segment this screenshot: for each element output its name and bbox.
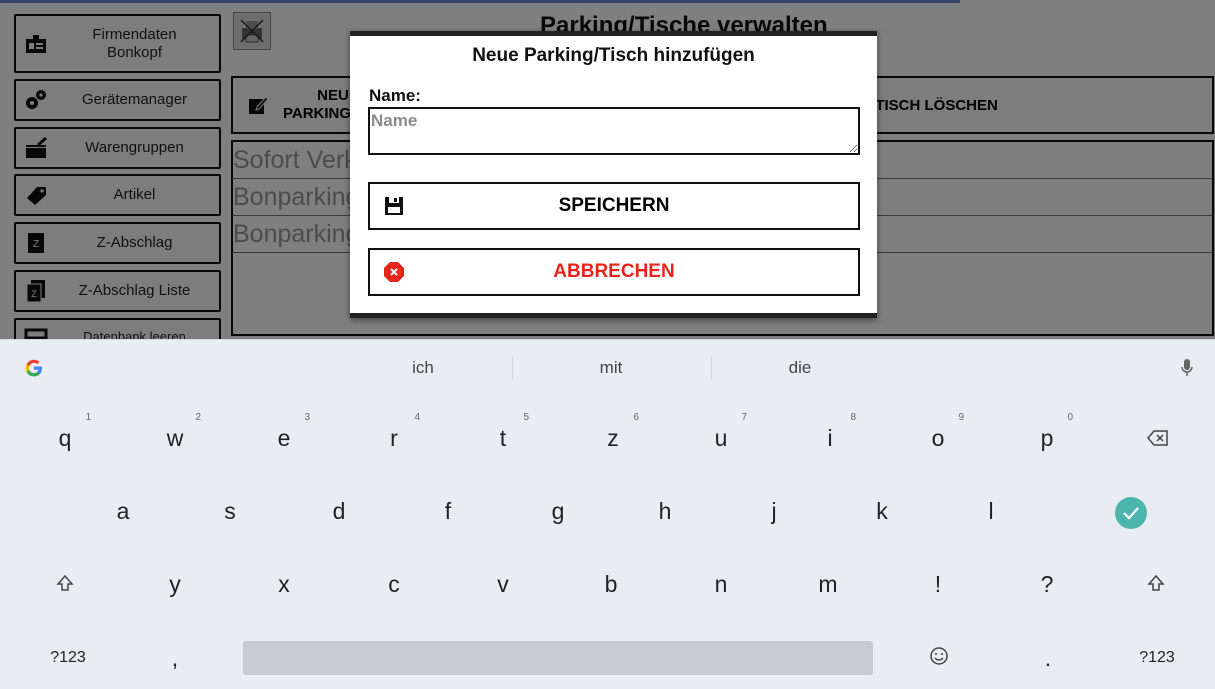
key-question[interactable]: ? — [997, 556, 1097, 612]
key-x[interactable]: x — [234, 556, 334, 612]
suggestion-1[interactable]: ich — [363, 358, 483, 378]
backspace-icon — [1147, 425, 1169, 452]
key-d[interactable]: d — [289, 483, 389, 539]
name-input[interactable] — [368, 107, 860, 155]
key-s[interactable]: s — [180, 483, 280, 539]
shift-key-right[interactable] — [1106, 556, 1206, 612]
key-n[interactable]: n — [671, 556, 771, 612]
dialog-title: Neue Parking/Tisch hinzufügen — [472, 45, 755, 66]
key-comma[interactable]: , — [125, 630, 225, 686]
key-period[interactable]: . — [998, 630, 1098, 686]
key-p[interactable]: p0 — [997, 410, 1097, 466]
symbols-key-right[interactable]: ?123 — [1107, 630, 1207, 686]
key-h[interactable]: h — [615, 483, 715, 539]
shift-icon — [1147, 571, 1165, 598]
key-r[interactable]: r4 — [344, 410, 444, 466]
emoji-key[interactable] — [889, 630, 989, 686]
backspace-key[interactable] — [1108, 410, 1208, 466]
key-l[interactable]: l — [941, 483, 1041, 539]
name-label: Name: — [369, 86, 421, 105]
key-b[interactable]: b — [561, 556, 661, 612]
suggestion-bar: ich mit die — [0, 340, 1215, 396]
key-o[interactable]: o9 — [888, 410, 988, 466]
key-exclamation[interactable]: ! — [888, 556, 988, 612]
google-g-icon[interactable] — [24, 358, 44, 383]
cancel-label: ABBRECHEN — [553, 261, 675, 282]
key-c[interactable]: c — [344, 556, 444, 612]
space-bar[interactable] — [243, 641, 873, 675]
key-f[interactable]: f — [398, 483, 498, 539]
cancel-button[interactable]: ABBRECHEN — [368, 248, 860, 296]
key-w[interactable]: w2 — [125, 410, 225, 466]
key-k[interactable]: k — [832, 483, 932, 539]
key-e[interactable]: e3 — [234, 410, 334, 466]
key-v[interactable]: v — [453, 556, 553, 612]
add-parking-dialog: Neue Parking/Tisch hinzufügen Name: SPEI… — [350, 31, 877, 318]
key-j[interactable]: j — [724, 483, 824, 539]
key-u[interactable]: u7 — [671, 410, 771, 466]
enter-key[interactable] — [1081, 488, 1181, 544]
key-y[interactable]: y — [125, 556, 225, 612]
shift-icon — [56, 571, 74, 598]
suggestion-divider — [711, 356, 712, 380]
save-label: SPEICHERN — [558, 195, 670, 216]
emoji-icon — [929, 645, 949, 672]
save-button[interactable]: SPEICHERN — [368, 182, 860, 230]
suggestion-2[interactable]: mit — [551, 358, 671, 378]
suggestion-3[interactable]: die — [740, 358, 860, 378]
key-t[interactable]: t5 — [453, 410, 553, 466]
soft-keyboard: ich mit die q1 w2 e3 r4 t5 z6 u7 i8 o9 p… — [0, 339, 1215, 689]
key-i[interactable]: i8 — [780, 410, 880, 466]
microphone-icon[interactable] — [1180, 358, 1194, 383]
app-screen: Firmendaten Bonkopf Gerätemanager Wareng… — [0, 0, 1215, 339]
checkmark-icon — [1114, 496, 1148, 536]
floppy-disk-icon — [382, 194, 406, 218]
cancel-icon — [382, 260, 406, 284]
key-g[interactable]: g — [508, 483, 608, 539]
key-m[interactable]: m — [778, 556, 878, 612]
suggestion-divider — [512, 356, 513, 380]
key-z[interactable]: z6 — [563, 410, 663, 466]
shift-key-left[interactable] — [15, 556, 115, 612]
symbols-key-left[interactable]: ?123 — [18, 630, 118, 686]
key-q[interactable]: q1 — [15, 410, 115, 466]
key-a[interactable]: a — [73, 483, 173, 539]
